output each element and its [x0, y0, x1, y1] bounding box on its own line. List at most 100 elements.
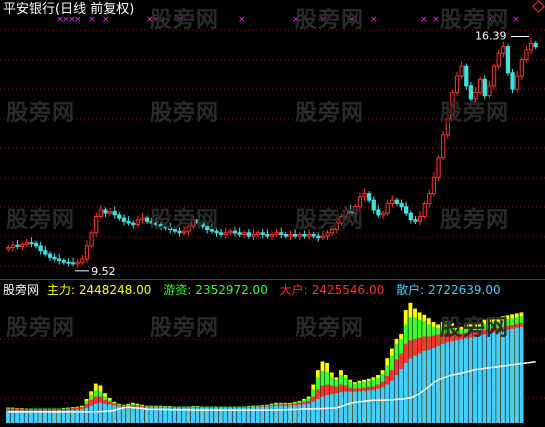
candle-body — [528, 42, 534, 51]
indicator-bar — [126, 406, 131, 423]
candle-body — [288, 233, 293, 237]
indicator-bar — [417, 353, 422, 423]
candle-body — [43, 250, 48, 255]
indicator-bar — [459, 339, 464, 423]
candle-body — [209, 229, 214, 232]
signal-marker: × — [292, 15, 300, 25]
candle-body — [242, 232, 247, 235]
candle-body — [223, 232, 228, 235]
indicator-bar — [431, 348, 436, 423]
candle-body — [107, 211, 113, 214]
candle-body — [15, 244, 20, 248]
indicator-bar — [320, 396, 325, 423]
indicator-bar — [482, 334, 487, 423]
indicator-bar — [311, 401, 316, 423]
legend-item-big-holder: 大户: 2425546.00 — [279, 283, 385, 297]
indicator-bar — [362, 390, 367, 423]
candle-body — [279, 232, 284, 235]
candle-body — [515, 75, 520, 90]
candle-body — [533, 42, 538, 48]
candle-body — [195, 219, 201, 224]
indicator-bar — [302, 404, 306, 423]
candle-body — [505, 46, 511, 74]
candle-body — [154, 222, 159, 226]
indicator-bar — [473, 336, 478, 423]
candle-body — [214, 230, 219, 234]
signal-marker: × — [320, 15, 328, 25]
candle-body — [427, 193, 432, 204]
candle-body — [149, 220, 154, 224]
candle-body — [172, 229, 177, 232]
candle-body — [436, 157, 441, 178]
indicator-bar — [84, 407, 89, 423]
indicator-bar — [283, 405, 288, 423]
candle-body — [339, 215, 344, 224]
candle-body — [283, 233, 288, 237]
candle-body — [478, 78, 483, 93]
candle-body — [297, 233, 302, 237]
candle-body — [10, 244, 16, 249]
indicator-bar — [380, 387, 385, 423]
candle-body — [144, 217, 150, 222]
candle-body — [200, 222, 205, 227]
candle-body — [181, 230, 187, 234]
candle-body — [29, 242, 34, 245]
indicator-bar — [445, 342, 450, 423]
candle-body — [75, 261, 80, 265]
signal-marker: × — [176, 15, 184, 25]
indicator-bar — [130, 406, 135, 423]
candle-body — [311, 233, 316, 237]
candle-body — [256, 232, 261, 235]
candle-body — [126, 220, 131, 224]
indicator-bar — [505, 329, 510, 423]
signal-marker: × — [370, 15, 378, 25]
candle-body — [496, 52, 501, 67]
candle-body — [246, 232, 251, 237]
legend-item-main: 主力: 2448248.00 — [46, 283, 152, 297]
indicator-bar — [315, 398, 320, 423]
signal-marker: × — [512, 15, 520, 25]
candle-body — [140, 217, 145, 221]
candle-body — [316, 235, 321, 239]
candle-body — [232, 230, 238, 234]
indicator-bar — [366, 390, 371, 423]
candle-body — [186, 225, 191, 232]
candle-body — [394, 199, 400, 204]
indicator-bar — [292, 405, 297, 423]
indicator-bar — [500, 330, 505, 423]
indicator-bar — [450, 341, 454, 423]
candle-body — [482, 78, 487, 97]
candle-body — [524, 49, 529, 61]
candle-body — [380, 212, 386, 216]
candle-body — [94, 215, 99, 234]
indicator-bar — [510, 328, 515, 423]
candle-body — [367, 193, 372, 201]
candle-body — [135, 219, 140, 226]
chart-canvas: 16.399.52×××× × × ××× × × × × × × × × × × — [0, 15, 545, 423]
indicator-bar — [436, 346, 441, 423]
candle-body — [510, 72, 515, 90]
candle-body — [501, 46, 506, 54]
indicator-bar — [371, 389, 376, 423]
indicator-bar — [343, 391, 348, 423]
candle-body — [334, 222, 339, 231]
candle-body — [293, 233, 298, 237]
indicator-bar — [274, 405, 279, 423]
candle-body — [131, 222, 136, 226]
indicator-bar — [80, 409, 84, 423]
candle-body — [473, 91, 478, 100]
candle-body — [218, 232, 224, 235]
candle-body — [343, 209, 349, 217]
candle-body — [251, 233, 256, 237]
candle-body — [228, 230, 233, 234]
candle-body — [376, 209, 381, 216]
indicator-bar — [389, 380, 394, 423]
candle-body — [408, 212, 413, 221]
indicator-bar — [376, 388, 380, 423]
legend-item-hot-money: 游资: 2352972.00 — [163, 283, 268, 297]
candle-body — [320, 235, 326, 239]
signal-marker: × — [432, 15, 440, 25]
signal-marker: × — [158, 15, 166, 25]
candle-body — [417, 215, 423, 222]
candle-body — [47, 253, 53, 258]
